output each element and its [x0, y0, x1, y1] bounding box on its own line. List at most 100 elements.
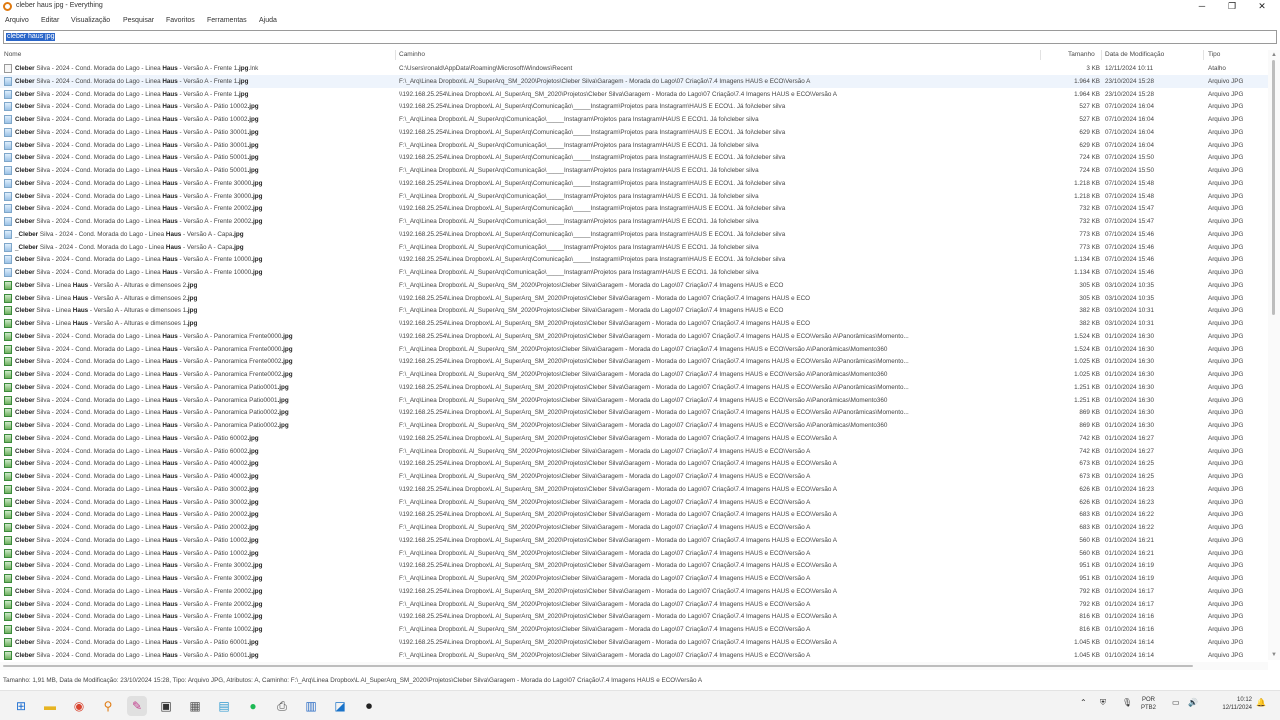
table-row[interactable]: Cleber Silva - 2024 - Cond. Morada do La… [0, 483, 1268, 496]
calculator-icon[interactable]: ▦ [185, 696, 205, 716]
column-date[interactable]: Data de Modificação [1105, 51, 1164, 58]
table-row[interactable]: Cleber Silva - 2024 - Cond. Morada do La… [0, 610, 1268, 623]
file-path: F:\_Arq\Linea Dropbox\L Al_SuperArq_SM_2… [399, 651, 811, 659]
table-row[interactable]: Cleber Silva - 2024 - Cond. Morada do La… [0, 547, 1268, 560]
table-row[interactable]: Cleber Silva - 2024 - Cond. Morada do La… [0, 585, 1268, 598]
shield-icon[interactable]: ⛨ [1100, 698, 1106, 708]
file-path: F:\_Arq\Linea Dropbox\L Al_SuperArq_SM_2… [399, 307, 784, 315]
scroll-up-icon[interactable]: ▲ [1271, 52, 1277, 58]
scroll-thumb[interactable] [3, 665, 1193, 667]
table-row[interactable]: Cleber Silva - 2024 - Cond. Morada do La… [0, 623, 1268, 636]
menu-favoritos[interactable]: Favoritos [166, 17, 195, 24]
paint-app-icon[interactable]: ✎ [127, 696, 147, 716]
column-size[interactable]: Tamanho [1068, 51, 1095, 58]
terminal-icon[interactable]: ▣ [156, 696, 176, 716]
table-row[interactable]: Cleber Silva - 2024 - Cond. Morada do La… [0, 636, 1268, 649]
table-row[interactable]: Cleber Silva - Linea Haus - Versão A - A… [0, 317, 1268, 330]
table-row[interactable]: Cleber Silva - Linea Haus - Versão A - A… [0, 304, 1268, 317]
column-type[interactable]: Tipo [1208, 51, 1220, 58]
table-row[interactable]: Cleber Silva - 2024 - Cond. Morada do La… [0, 470, 1268, 483]
clock[interactable]: 10:12 12/11/2024 [1206, 696, 1252, 712]
table-row[interactable]: Cleber Silva - 2024 - Cond. Morada do La… [0, 113, 1268, 126]
table-row[interactable]: Cleber Silva - 2024 - Cond. Morada do La… [0, 445, 1268, 458]
file-explorer-icon[interactable]: ▬ [40, 696, 60, 716]
scroll-thumb[interactable] [1272, 60, 1275, 315]
table-row[interactable]: Cleber Silva - 2024 - Cond. Morada do La… [0, 190, 1268, 203]
table-row[interactable]: Cleber Silva - 2024 - Cond. Morada do La… [0, 572, 1268, 585]
table-row[interactable]: Cleber Silva - 2024 - Cond. Morada do La… [0, 88, 1268, 101]
table-row[interactable]: Cleber Silva - 2024 - Cond. Morada do La… [0, 355, 1268, 368]
file-date: 01/10/2024 16:16 [1105, 626, 1155, 633]
table-row[interactable]: Cleber Silva - 2024 - Cond. Morada do La… [0, 343, 1268, 356]
language-indicator[interactable]: POR PTB2 [1141, 696, 1156, 712]
microphone-icon[interactable]: 🎙 [1122, 698, 1132, 707]
table-row[interactable]: Cleber Silva - 2024 - Cond. Morada do La… [0, 406, 1268, 419]
table-row[interactable]: _Cleber Silva - 2024 - Cond. Morada do L… [0, 241, 1268, 254]
display-icon[interactable]: ▭ [1172, 698, 1180, 707]
table-row[interactable]: Cleber Silva - 2024 - Cond. Morada do La… [0, 126, 1268, 139]
column-separator[interactable] [1203, 50, 1204, 60]
photoshop-icon[interactable]: ◪ [330, 696, 350, 716]
notepad-icon[interactable]: ▤ [214, 696, 234, 716]
table-row[interactable]: Cleber Silva - 2024 - Cond. Morada do La… [0, 381, 1268, 394]
menu-ajuda[interactable]: Ajuda [259, 17, 277, 24]
chevron-up-icon[interactable]: ⌃ [1080, 698, 1087, 707]
table-row[interactable]: Cleber Silva - 2024 - Cond. Morada do La… [0, 394, 1268, 407]
table-row[interactable]: Cleber Silva - 2024 - Cond. Morada do La… [0, 266, 1268, 279]
vertical-scrollbar[interactable]: ▲ ▼ [1268, 50, 1280, 660]
table-row[interactable]: Cleber Silva - 2024 - Cond. Morada do La… [0, 559, 1268, 572]
table-row[interactable]: Cleber Silva - 2024 - Cond. Morada do La… [0, 74, 1268, 88]
chrome-icon[interactable]: ◉ [69, 696, 89, 716]
file-name: Cleber Silva - 2024 - Cond. Morada do La… [15, 524, 259, 531]
table-row[interactable]: Cleber Silva - 2024 - Cond. Morada do La… [0, 419, 1268, 432]
table-row[interactable]: Cleber Silva - 2024 - Cond. Morada do La… [0, 496, 1268, 509]
table-row[interactable]: Cleber Silva - 2024 - Cond. Morada do La… [0, 177, 1268, 190]
table-row[interactable]: _Cleber Silva - 2024 - Cond. Morada do L… [0, 228, 1268, 241]
table-row[interactable]: Cleber Silva - 2024 - Cond. Morada do La… [0, 457, 1268, 470]
table-row[interactable]: Cleber Silva - Linea Haus - Versão A - A… [0, 292, 1268, 305]
everything-search-icon[interactable]: ⚲ [98, 696, 118, 716]
scroll-down-icon[interactable]: ▼ [1271, 652, 1277, 658]
spotify-icon[interactable]: ● [243, 696, 263, 716]
column-separator[interactable] [395, 50, 396, 60]
volume-icon[interactable]: 🔊 [1188, 698, 1198, 707]
table-row[interactable]: Cleber Silva - 2024 - Cond. Morada do La… [0, 62, 1268, 75]
table-row[interactable]: Cleber Silva - 2024 - Cond. Morada do La… [0, 100, 1268, 113]
record-app-icon[interactable]: ⏺ [359, 696, 379, 716]
search-input[interactable]: cleber haus jpg [3, 30, 1277, 44]
menu-pesquisar[interactable]: Pesquisar [123, 17, 154, 24]
table-row[interactable]: Cleber Silva - 2024 - Cond. Morada do La… [0, 253, 1268, 266]
table-row[interactable]: Cleber Silva - 2024 - Cond. Morada do La… [0, 508, 1268, 521]
menu-editar[interactable]: Editar [41, 17, 59, 24]
table-row[interactable]: Cleber Silva - 2024 - Cond. Morada do La… [0, 368, 1268, 381]
table-row[interactable]: Cleber Silva - 2024 - Cond. Morada do La… [0, 215, 1268, 228]
minimize-button[interactable]: ─ [1187, 0, 1217, 14]
table-row[interactable]: Cleber Silva - 2024 - Cond. Morada do La… [0, 330, 1268, 343]
table-row[interactable]: Cleber Silva - 2024 - Cond. Morada do La… [0, 598, 1268, 611]
file-path: \\192.168.25.254\Linea Dropbox\L Al_Supe… [399, 587, 838, 595]
notification-bell-icon[interactable]: 🔔 [1256, 698, 1266, 707]
file-type: Arquivo JPG [1208, 575, 1244, 582]
table-row[interactable]: Cleber Silva - 2024 - Cond. Morada do La… [0, 521, 1268, 534]
column-separator[interactable] [1101, 50, 1102, 60]
maximize-button[interactable]: ❐ [1217, 0, 1247, 14]
menu-visualizacao[interactable]: Visualização [71, 17, 110, 24]
table-row[interactable]: Cleber Silva - Linea Haus - Versão A - A… [0, 279, 1268, 292]
documents-icon[interactable]: ▥ [301, 696, 321, 716]
table-row[interactable]: Cleber Silva - 2024 - Cond. Morada do La… [0, 432, 1268, 445]
windows-start-icon[interactable]: ⊞ [11, 696, 31, 716]
table-row[interactable]: Cleber Silva - 2024 - Cond. Morada do La… [0, 139, 1268, 152]
column-name[interactable]: Nome [4, 51, 21, 58]
table-row[interactable]: Cleber Silva - 2024 - Cond. Morada do La… [0, 534, 1268, 547]
menu-ferramentas[interactable]: Ferramentas [207, 17, 247, 24]
close-button[interactable]: ✕ [1247, 0, 1277, 14]
table-row[interactable]: Cleber Silva - 2024 - Cond. Morada do La… [0, 151, 1268, 164]
column-separator[interactable] [1040, 50, 1041, 60]
table-row[interactable]: Cleber Silva - 2024 - Cond. Morada do La… [0, 164, 1268, 177]
printer-icon[interactable]: ⎙ [272, 696, 292, 716]
table-row[interactable]: Cleber Silva - 2024 - Cond. Morada do La… [0, 649, 1268, 661]
table-row[interactable]: Cleber Silva - 2024 - Cond. Morada do La… [0, 202, 1268, 215]
menu-arquivo[interactable]: Arquivo [5, 17, 29, 24]
column-path[interactable]: Caminho [399, 51, 425, 58]
horizontal-scrollbar[interactable] [0, 662, 1268, 670]
